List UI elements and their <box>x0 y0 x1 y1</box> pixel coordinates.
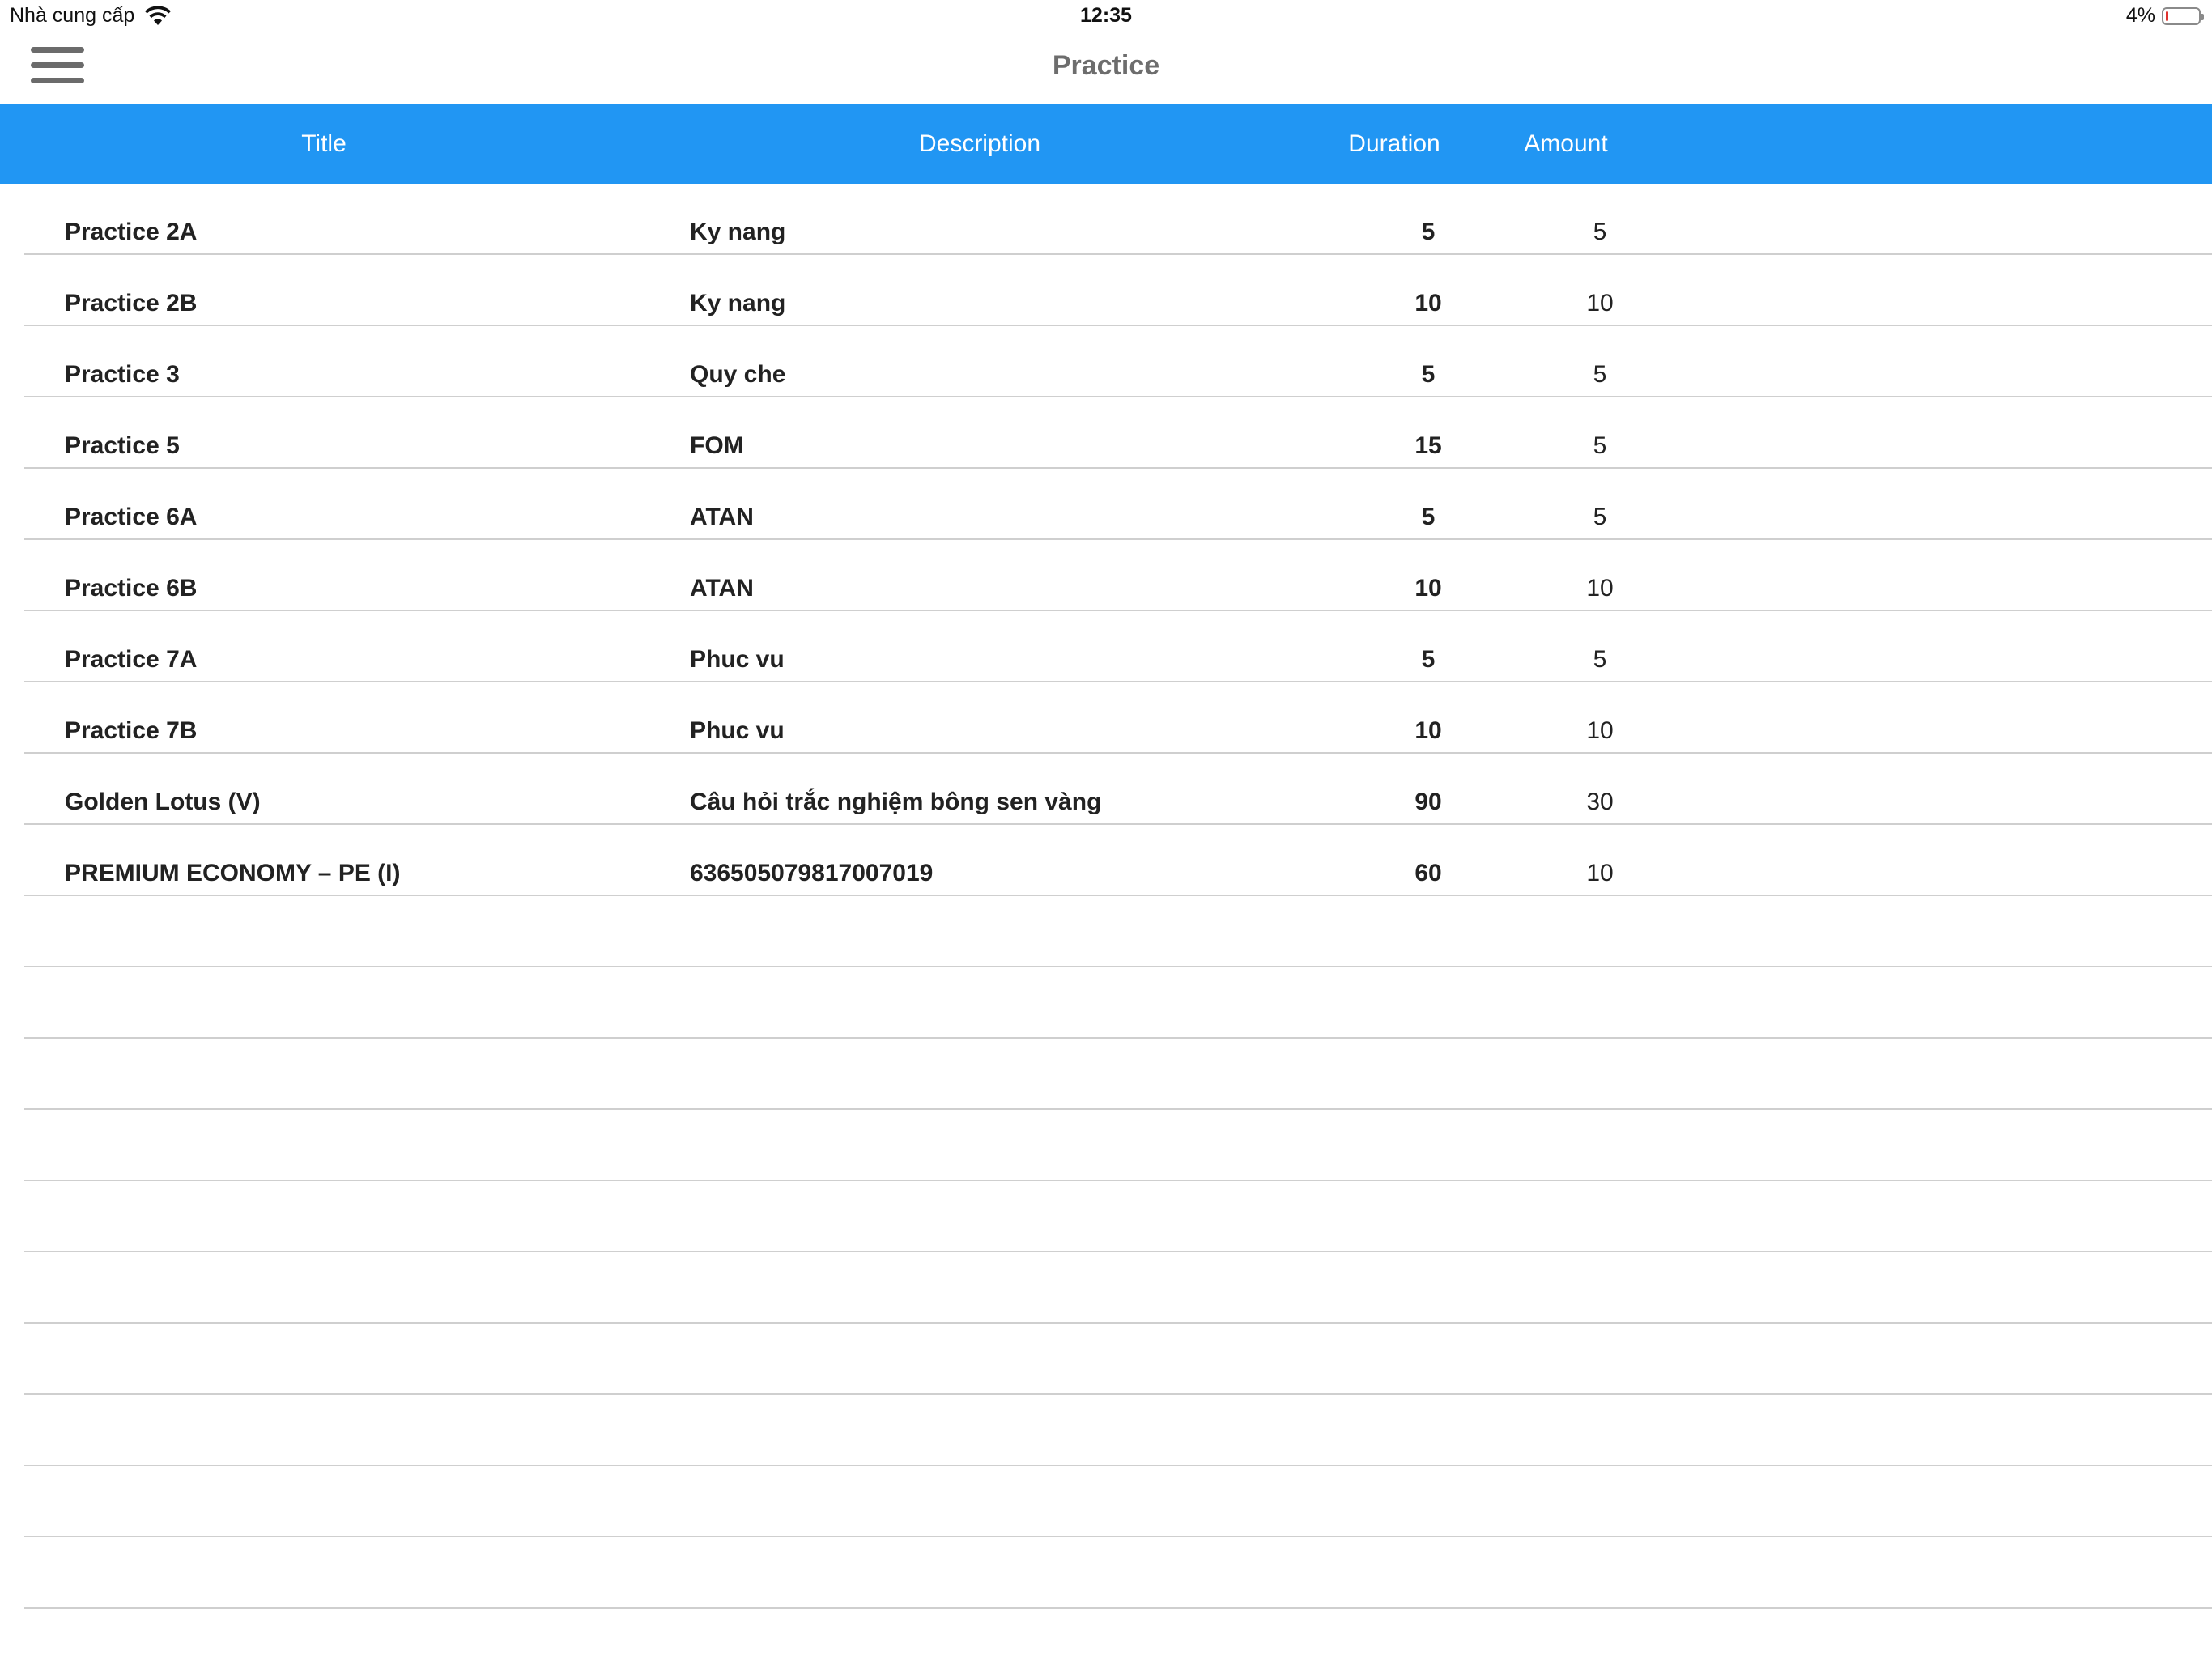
table-header: Title Description Duration Amount <box>0 104 2212 184</box>
cell-duration: 5 <box>1421 219 1436 245</box>
practice-list: Practice 2A Ky nang 5 5 Practice 2B Ky nang 10… <box>0 184 2212 1658</box>
cell-duration: 10 <box>1414 290 1442 317</box>
cell-description: Ky nang <box>690 290 786 317</box>
table-row[interactable]: Practice 7B Phuc vu 10 10 <box>0 682 2212 754</box>
cell-duration: 90 <box>1414 789 1442 815</box>
empty-row <box>0 1324 2212 1395</box>
table-row[interactable]: Practice 2B Ky nang 10 10 <box>0 255 2212 326</box>
navigation-bar: Practice <box>0 34 2212 104</box>
cell-title: Golden Lotus (V) <box>65 789 261 815</box>
empty-row <box>0 1181 2212 1252</box>
column-header-amount[interactable]: Amount <box>1485 104 1647 184</box>
cell-description: Phuc vu <box>690 646 785 673</box>
empty-row <box>0 1395 2212 1466</box>
cell-description: 636505079817007019 <box>690 860 934 886</box>
cell-description: Phuc vu <box>690 717 785 744</box>
table-row[interactable]: Practice 6B ATAN 10 10 <box>0 540 2212 611</box>
cell-amount: 5 <box>1593 646 1607 673</box>
column-header-description[interactable]: Description <box>656 104 1304 184</box>
battery-percent: 4% <box>2125 4 2155 27</box>
empty-row <box>0 967 2212 1039</box>
cell-duration: 10 <box>1414 717 1442 744</box>
cell-amount: 10 <box>1586 575 1614 602</box>
cell-duration: 5 <box>1421 646 1436 673</box>
table-row[interactable]: Practice 3 Quy che 5 5 <box>0 326 2212 397</box>
cell-amount: 30 <box>1586 789 1614 815</box>
column-header-duration[interactable]: Duration <box>1313 104 1475 184</box>
table-row[interactable]: Golden Lotus (V) Câu hỏi trắc nghiệm bông… <box>0 754 2212 825</box>
table-row[interactable]: Practice 2A Ky nang 5 5 <box>0 184 2212 255</box>
page-title: Practice <box>1052 50 1160 81</box>
cell-duration: 5 <box>1421 361 1436 388</box>
cell-title: Practice 7B <box>65 717 198 744</box>
cell-duration: 5 <box>1421 504 1436 530</box>
empty-row <box>0 896 2212 967</box>
empty-row <box>0 1466 2212 1537</box>
cell-title: Practice 7A <box>65 646 198 673</box>
cell-description: ATAN <box>690 575 754 602</box>
status-time: 12:35 <box>1080 4 1132 27</box>
cell-amount: 10 <box>1586 717 1614 744</box>
column-header-title[interactable]: Title <box>0 104 648 184</box>
battery-level-fill <box>2166 11 2168 21</box>
cell-amount: 5 <box>1593 504 1607 530</box>
cell-title: Practice 3 <box>65 361 180 388</box>
status-bar: Nhà cung cấp 12:35 4% <box>0 0 2212 34</box>
empty-row <box>0 1039 2212 1110</box>
cell-title: PREMIUM ECONOMY – PE (I) <box>65 860 401 886</box>
table-row[interactable]: PREMIUM ECONOMY – PE (I) 6365050798170070… <box>0 825 2212 896</box>
empty-row <box>0 1110 2212 1181</box>
cell-description: Quy che <box>690 361 786 388</box>
cell-description: FOM <box>690 432 744 459</box>
battery-icon <box>2162 6 2204 25</box>
row-divider <box>24 1607 2212 1609</box>
table-row[interactable]: Practice 5 FOM 15 5 <box>0 397 2212 469</box>
cell-duration: 15 <box>1414 432 1442 459</box>
empty-row <box>0 1252 2212 1324</box>
cell-title: Practice 2B <box>65 290 198 317</box>
cell-description: Câu hỏi trắc nghiệm bông sen vàng <box>690 789 1102 815</box>
cell-amount: 5 <box>1593 432 1607 459</box>
cell-title: Practice 6B <box>65 575 198 602</box>
cell-amount: 10 <box>1586 290 1614 317</box>
cell-title: Practice 2A <box>65 219 198 245</box>
app-screen: Nhà cung cấp 12:35 4% Practice Title Des… <box>0 0 2212 1658</box>
table-row[interactable]: Practice 7A Phuc vu 5 5 <box>0 611 2212 682</box>
battery-indicator: 4% <box>2125 4 2204 28</box>
cell-amount: 5 <box>1593 361 1607 388</box>
cell-title: Practice 6A <box>65 504 198 530</box>
cell-duration: 60 <box>1414 860 1442 886</box>
cell-description: Ky nang <box>690 219 786 245</box>
cell-duration: 10 <box>1414 575 1442 602</box>
cell-description: ATAN <box>690 504 754 530</box>
table-row[interactable]: Practice 6A ATAN 5 5 <box>0 469 2212 540</box>
empty-row <box>0 1537 2212 1609</box>
cell-title: Practice 5 <box>65 432 180 459</box>
cell-amount: 10 <box>1586 860 1614 886</box>
cell-amount: 5 <box>1593 219 1607 245</box>
